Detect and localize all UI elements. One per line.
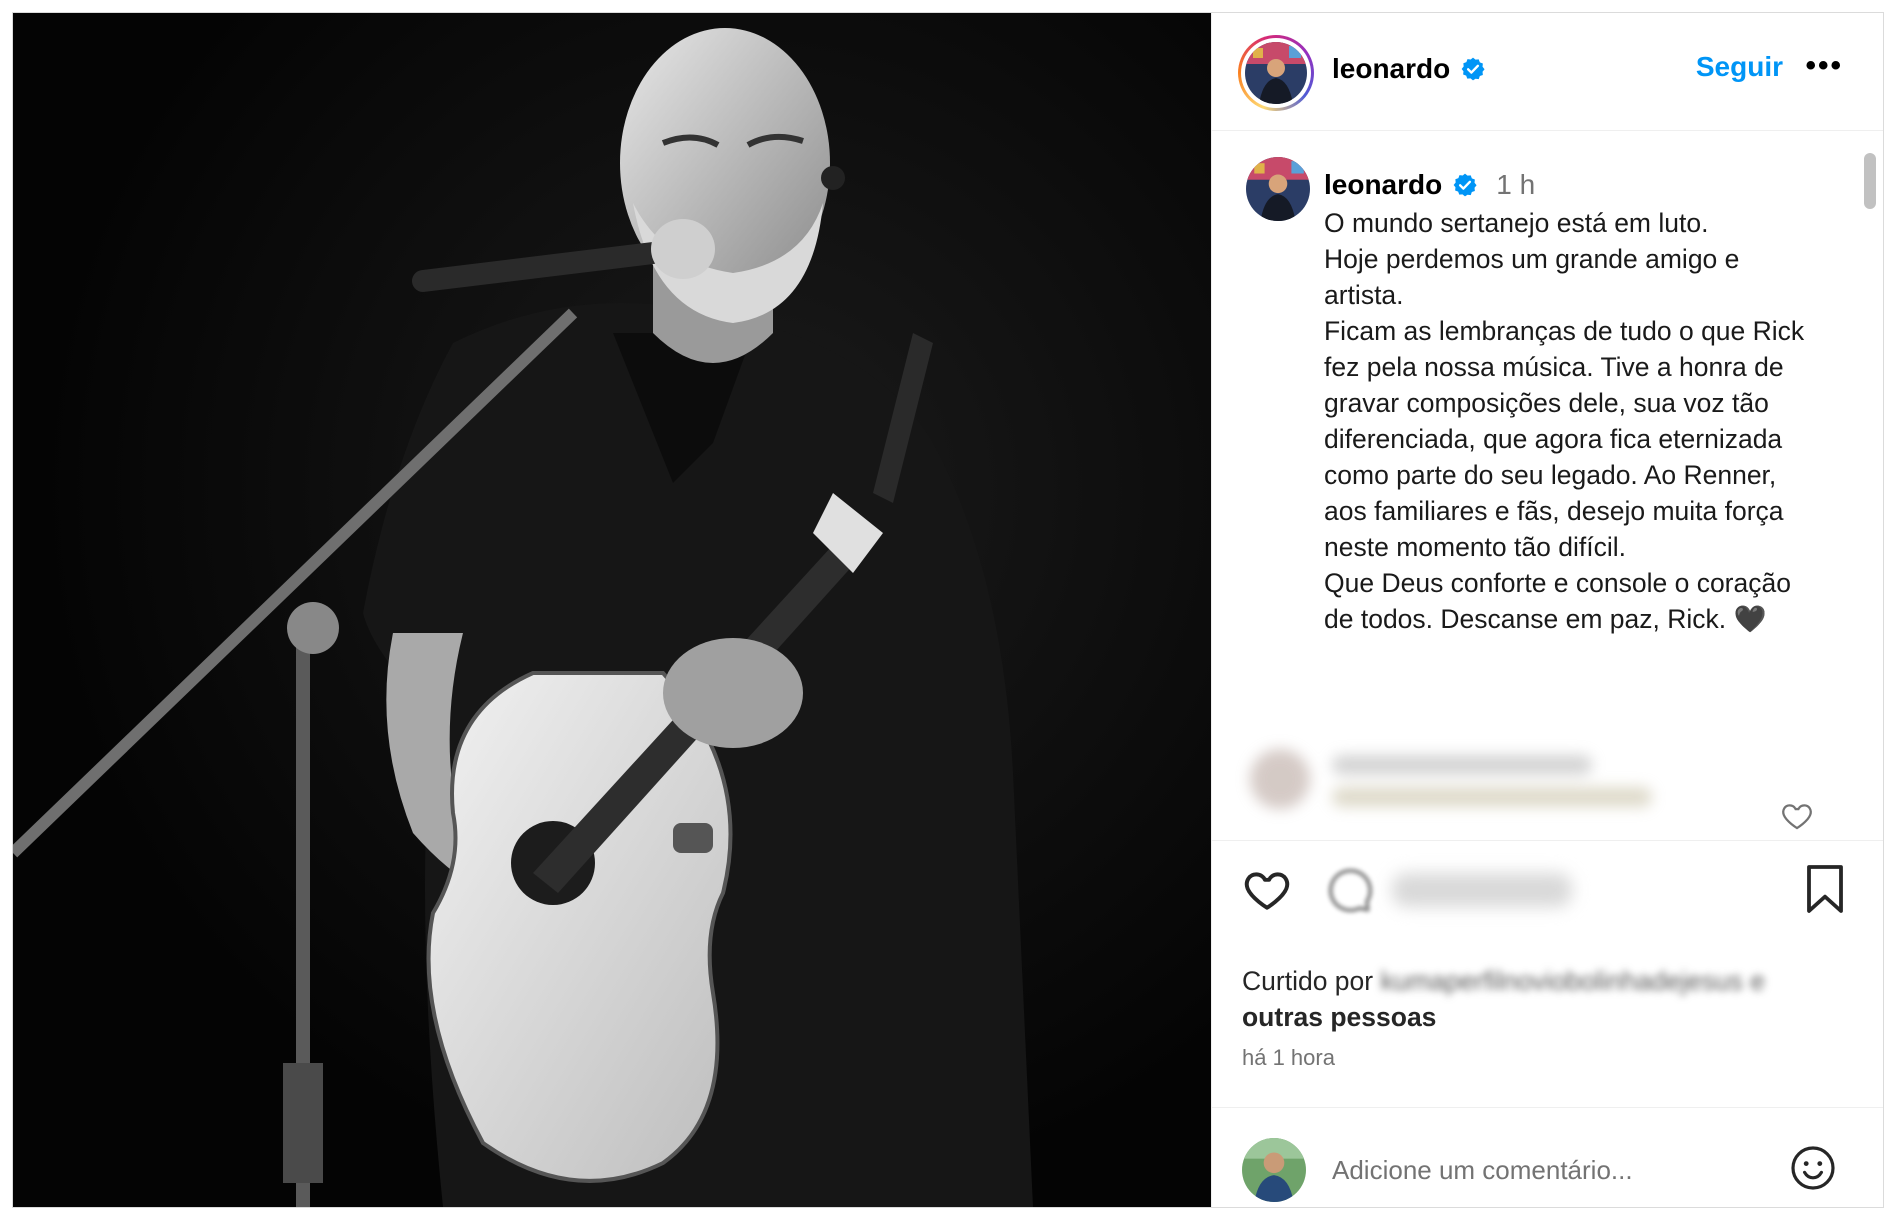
more-dots-icon[interactable]: ••• xyxy=(1805,49,1843,83)
liked-by-prefix: Curtido por xyxy=(1242,966,1374,996)
caption-text: O mundo sertanejo está em luto. Hoje per… xyxy=(1324,208,1805,634)
follow-button[interactable]: Seguir xyxy=(1696,51,1783,83)
musician-photo xyxy=(13,13,1211,1207)
post-timestamp[interactable]: há 1 hora xyxy=(1242,1045,1335,1071)
viewer-avatar[interactable] xyxy=(1242,1138,1306,1202)
liked-by-connector: e xyxy=(1750,966,1765,996)
add-comment-bar xyxy=(1212,1107,1883,1207)
comment-text-blur xyxy=(1332,787,1652,807)
caption-author-avatar[interactable] xyxy=(1246,157,1310,221)
commenter-avatar xyxy=(1250,749,1310,809)
verified-badge-icon xyxy=(1461,57,1485,81)
comment-bubble-icon[interactable] xyxy=(1324,865,1374,915)
avatar-image xyxy=(1242,1138,1306,1202)
post-header: leonardo Seguir ••• xyxy=(1212,13,1883,131)
scrollbar-thumb[interactable] xyxy=(1864,153,1876,209)
commenter-name-blur xyxy=(1332,755,1592,775)
heart-icon[interactable] xyxy=(1242,865,1292,915)
blurred-comment xyxy=(1212,731,1832,840)
author-avatar[interactable] xyxy=(1245,42,1307,104)
liked-by-text: Curtido por kumaperfilnoviobolinhadejesu… xyxy=(1242,963,1765,1035)
comments-scroll-area[interactable]: leonardo 1 h O mundo sertanejo está em l… xyxy=(1212,131,1883,841)
liked-by-others[interactable]: outras pessoas xyxy=(1242,1002,1436,1032)
comments-scrollbar[interactable] xyxy=(1863,151,1877,841)
comment-heart-icon[interactable] xyxy=(1780,799,1814,833)
caption-username[interactable]: leonardo xyxy=(1324,169,1442,201)
author-name-row: leonardo xyxy=(1332,53,1486,85)
comment-input[interactable] xyxy=(1332,1148,1752,1192)
caption-header: leonardo 1 h xyxy=(1324,169,1535,201)
post-actions: Curtido por kumaperfilnoviobolinhadejesu… xyxy=(1212,843,1883,1113)
liked-by-user[interactable]: kumaperfilnoviobolinhadejesus xyxy=(1380,966,1742,996)
caption-timestamp[interactable]: 1 h xyxy=(1496,169,1535,201)
avatar-image xyxy=(1246,157,1310,221)
share-icon-blurred[interactable] xyxy=(1392,873,1572,907)
post-sidebar: leonardo Seguir ••• leonardo 1 h O mundo… xyxy=(1211,13,1883,1207)
post-modal: leonardo Seguir ••• leonardo 1 h O mundo… xyxy=(12,12,1884,1208)
smiley-icon[interactable] xyxy=(1789,1144,1837,1192)
story-ring[interactable] xyxy=(1238,35,1314,111)
author-username[interactable]: leonardo xyxy=(1332,53,1450,85)
avatar-image xyxy=(1245,42,1307,104)
verified-badge-icon xyxy=(1453,173,1477,197)
post-photo[interactable] xyxy=(13,13,1211,1207)
bookmark-icon[interactable] xyxy=(1801,863,1849,915)
